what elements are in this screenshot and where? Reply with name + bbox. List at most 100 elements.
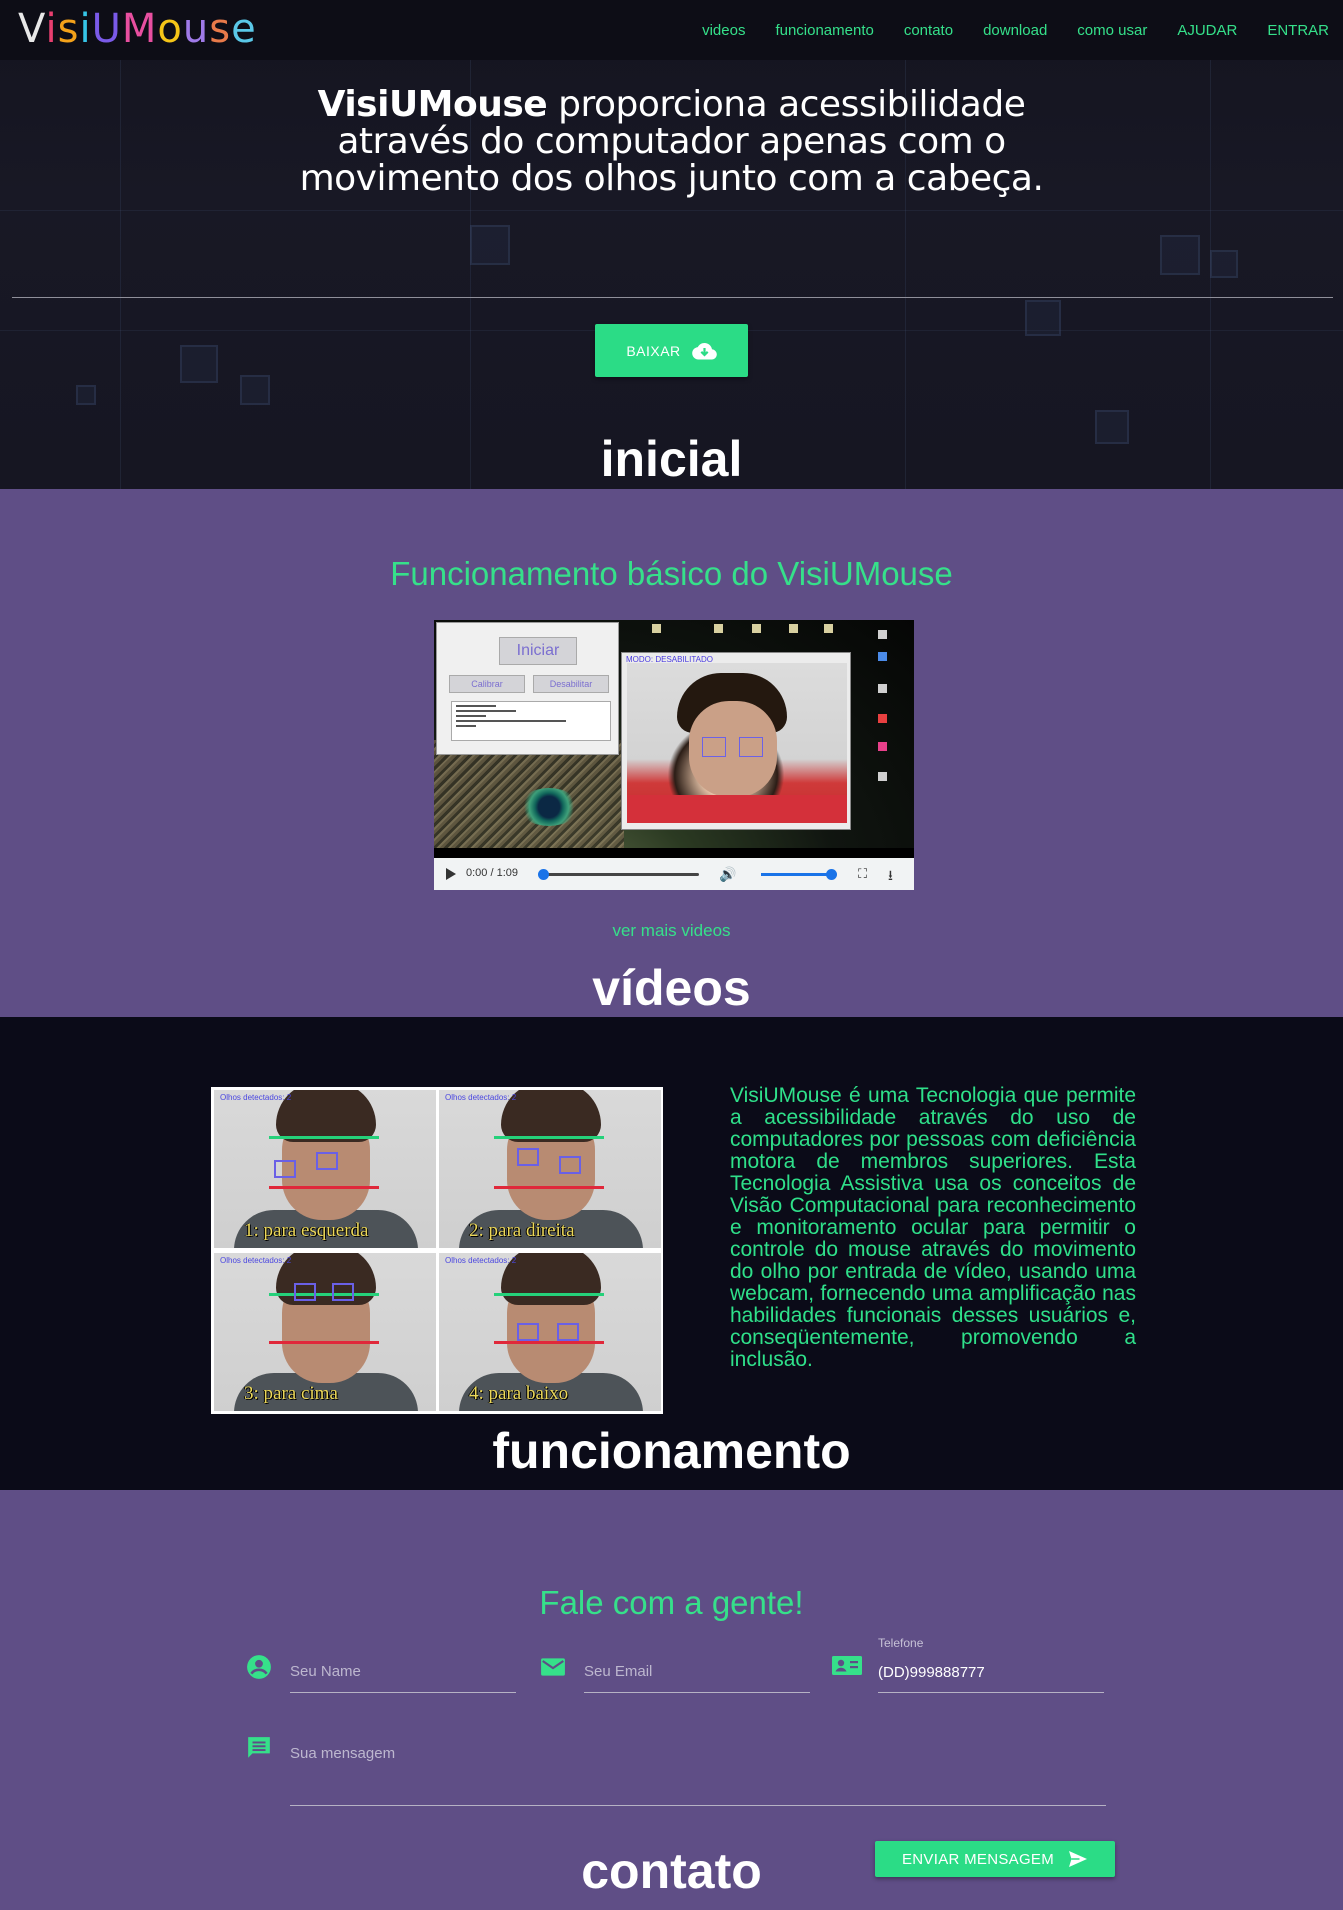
video-progress-knob[interactable] <box>538 869 549 880</box>
navbar: VisiUMouse videos funcionamento contato … <box>0 0 1343 60</box>
detection-label: Olhos detectados: 2 <box>445 1093 517 1102</box>
demo-caption: 4: para baixo <box>469 1383 569 1404</box>
input-underline <box>290 1805 1106 1806</box>
webcam-feed <box>627 663 847 823</box>
detection-label: Olhos detectados: 2 <box>445 1256 517 1265</box>
phone-label: Telefone <box>878 1636 924 1650</box>
bg-square <box>76 385 96 405</box>
email-field[interactable]: Seu Email <box>540 1650 810 1700</box>
email-input[interactable]: Seu Email <box>584 1663 652 1680</box>
nav-link-ajudar[interactable]: AJUDAR <box>1177 22 1237 39</box>
input-underline <box>878 1692 1104 1693</box>
name-input[interactable]: Seu Name <box>290 1663 361 1680</box>
name-field[interactable]: Seu Name <box>246 1650 516 1700</box>
demo-caption: 3: para cima <box>244 1383 338 1404</box>
logo[interactable]: VisiUMouse <box>18 4 256 54</box>
visiumouse-app-window: Iniciar Calibrar Desabilitar <box>436 622 619 755</box>
bg-square <box>1210 250 1238 278</box>
email-icon <box>541 1658 565 1676</box>
demo-caption: 2: para direita <box>469 1220 575 1241</box>
download-button-label: BAIXAR <box>626 342 681 359</box>
video-progress-track[interactable] <box>544 873 699 876</box>
bg-decoration <box>0 210 1343 211</box>
more-videos-link[interactable]: ver mais videos <box>0 921 1343 941</box>
bg-square <box>180 345 218 383</box>
demo-panel: Olhos detectados: 2 1: para esquerda <box>214 1090 436 1248</box>
webcam-mode-label: MODO: DESABILITADO <box>626 655 713 664</box>
video-time: 0:00 / 1:09 <box>466 867 518 879</box>
logo-letter: e <box>231 6 257 52</box>
app-start-button: Iniciar <box>499 637 577 665</box>
desktop-icons <box>854 622 912 782</box>
eye-movement-demo-image: Olhos detectados: 2 1: para esquerda Olh… <box>211 1087 663 1414</box>
phone-input[interactable]: (DD)999888777 <box>878 1664 985 1681</box>
section-label-funcionamento: funcionamento <box>492 1423 851 1479</box>
divider <box>12 297 1333 298</box>
section-label-videos: vídeos <box>592 960 751 1016</box>
funcionamento-description: VisiUMouse é uma Tecnologia que permite … <box>730 1084 1136 1371</box>
message-icon <box>248 1737 270 1758</box>
section-label-contato: contato <box>581 1843 762 1899</box>
logo-letter: M <box>121 6 158 52</box>
nav-link-videos[interactable]: videos <box>702 22 745 39</box>
logo-letter: i <box>45 6 58 52</box>
nav-link-como-usar[interactable]: como usar <box>1077 22 1147 39</box>
video-frame: Iniciar Calibrar Desabilitar MODO: DESAB… <box>434 620 914 848</box>
logo-letter: u <box>182 6 210 52</box>
logo-letter: U <box>91 6 122 52</box>
volume-slider[interactable] <box>761 873 831 876</box>
video-controls: 0:00 / 1:09 🔊 ⛶ ⭳ <box>434 858 914 890</box>
detection-label: Olhos detectados: 2 <box>220 1256 292 1265</box>
videos-title: Funcionamento básico do VisiUMouse <box>390 555 953 592</box>
videos-section: Funcionamento básico do VisiUMouse Inici… <box>0 489 1343 1017</box>
input-underline <box>290 1692 516 1693</box>
contact-card-icon <box>832 1656 862 1675</box>
logo-letter: i <box>79 6 92 52</box>
phone-field[interactable]: Telefone (DD)999888777 <box>832 1636 1104 1700</box>
download-button[interactable]: BAIXAR <box>595 324 748 377</box>
nav-link-funcionamento[interactable]: funcionamento <box>775 22 873 39</box>
demo-panel: Olhos detectados: 2 3: para cima <box>214 1253 436 1411</box>
bg-decoration <box>120 60 121 489</box>
video-player[interactable]: Iniciar Calibrar Desabilitar MODO: DESAB… <box>434 620 914 890</box>
demo-panel: Olhos detectados: 2 2: para direita <box>439 1090 661 1248</box>
fullscreen-icon[interactable]: ⛶ <box>858 866 867 882</box>
wallpaper-eye <box>519 788 579 826</box>
logo-letter: V <box>18 6 46 52</box>
logo-letter: s <box>57 6 80 52</box>
message-field[interactable]: Sua mensagem <box>246 1735 1106 1815</box>
hero-tagline: VisiUMouse proporciona acessibilidade at… <box>250 86 1093 197</box>
demo-caption: 1: para esquerda <box>244 1220 369 1241</box>
nav-link-entrar[interactable]: ENTRAR <box>1267 22 1329 39</box>
logo-letter: s <box>209 6 232 52</box>
nav-link-download[interactable]: download <box>983 22 1047 39</box>
demo-panel: Olhos detectados: 2 4: para baixo <box>439 1253 661 1411</box>
hero-section: VisiUMouse videos funcionamento contato … <box>0 0 1343 489</box>
volume-icon[interactable]: 🔊 <box>719 866 736 883</box>
funcionamento-section: Olhos detectados: 2 1: para esquerda Olh… <box>0 1017 1343 1490</box>
bg-square <box>470 225 510 265</box>
section-label-inicial: inicial <box>600 431 743 487</box>
contact-title: Fale com a gente! <box>539 1584 804 1621</box>
volume-knob[interactable] <box>826 869 837 880</box>
app-calibrate-button: Calibrar <box>449 675 525 693</box>
download-icon[interactable]: ⭳ <box>888 865 893 889</box>
account-circle-icon <box>247 1655 271 1679</box>
bg-square <box>1025 300 1061 336</box>
cloud-download-icon <box>691 342 717 359</box>
contato-section: Fale com a gente! Seu Name Seu Email Tel… <box>0 1490 1343 1910</box>
bg-square <box>1160 235 1200 275</box>
hero-brand: VisiUMouse <box>317 84 548 125</box>
detection-label: Olhos detectados: 2 <box>220 1093 292 1102</box>
nav-link-contato[interactable]: contato <box>904 22 953 39</box>
bg-square <box>240 375 270 405</box>
logo-letter: o <box>157 6 183 52</box>
input-underline <box>584 1692 810 1693</box>
app-log <box>451 701 611 741</box>
message-input[interactable]: Sua mensagem <box>290 1745 395 1762</box>
webcam-window: MODO: DESABILITADO <box>621 652 851 830</box>
main-nav: videos funcionamento contato download co… <box>672 0 1329 60</box>
desktop-icons <box>624 622 854 644</box>
app-disable-button: Desabilitar <box>533 675 609 693</box>
play-icon[interactable] <box>446 868 456 880</box>
